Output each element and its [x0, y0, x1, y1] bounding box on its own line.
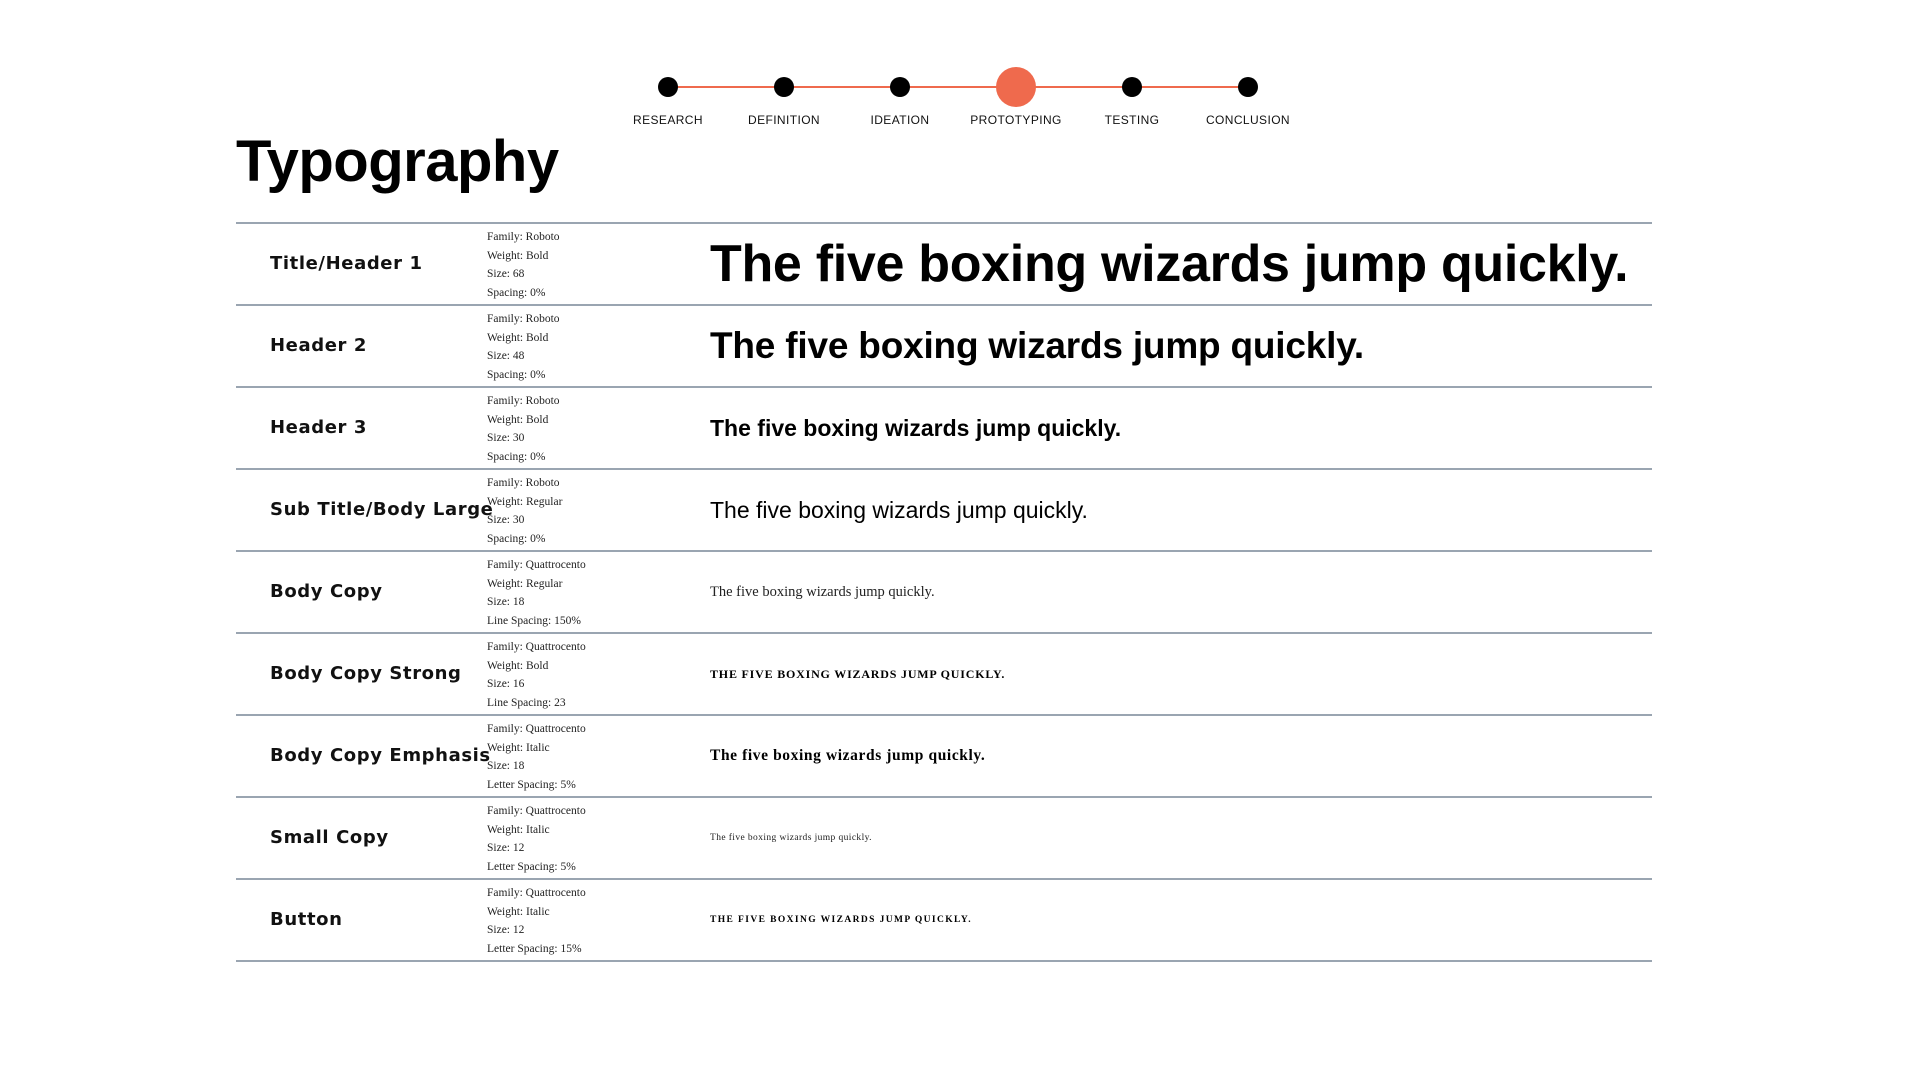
type-row-body-copy-emphasis: Body Copy Emphasis Family: Quattrocento …: [236, 716, 1652, 798]
step-dot-active: [996, 67, 1036, 107]
spec-size: Size: 18: [487, 596, 525, 608]
style-specs: Family: Roboto Weight: Bold Size: 68 Spa…: [487, 228, 687, 302]
spec-spacing: Line Spacing: 150%: [487, 614, 581, 627]
type-row-body-copy: Body Copy Family: Quattrocento Weight: R…: [236, 552, 1652, 634]
style-name: Body Copy Strong: [270, 663, 462, 684]
style-specs: Family: Roboto Weight: Bold Size: 48 Spa…: [487, 310, 687, 384]
spec-size: Size: 48: [487, 350, 525, 362]
spec-family: Family: Quattrocento: [487, 805, 586, 817]
spec-family: Family: Roboto: [487, 477, 560, 489]
spec-weight: Weight: Bold: [487, 331, 549, 344]
style-sample: The five boxing wizards jump quickly.: [710, 235, 1629, 293]
spec-size: Size: 18: [487, 760, 525, 772]
spec-weight: Weight: Bold: [487, 659, 549, 672]
spec-weight: Weight: Italic: [487, 823, 550, 836]
style-name: Header 2: [270, 335, 367, 356]
style-specs: Family: Quattrocento Weight: Italic Size…: [487, 720, 687, 794]
style-specs: Family: Roboto Weight: Regular Size: 30 …: [487, 474, 687, 548]
spec-weight: Weight: Bold: [487, 413, 549, 426]
spec-family: Family: Roboto: [487, 313, 560, 325]
style-sample: The five boxing wizards jump quickly.: [710, 496, 1088, 523]
spec-weight: Weight: Italic: [487, 741, 550, 754]
step-dot: [774, 77, 794, 97]
step-dot: [1238, 77, 1258, 97]
style-sample: The five boxing wizards jump quickly.: [710, 414, 1122, 441]
step-conclusion[interactable]: CONCLUSION: [1178, 0, 1318, 140]
spec-spacing: Spacing: 0%: [487, 368, 546, 381]
style-sample: The five boxing wizards jump quickly.: [710, 833, 872, 843]
style-name: Body Copy Emphasis: [270, 745, 491, 766]
type-row-button: Button Family: Quattrocento Weight: Ital…: [236, 880, 1652, 962]
step-label: CONCLUSION: [1205, 113, 1290, 127]
spec-family: Family: Roboto: [487, 395, 560, 407]
style-sample: The five boxing wizards jump quickly.: [710, 747, 986, 764]
spec-size: Size: 12: [487, 842, 525, 854]
spec-spacing: Letter Spacing: 15%: [487, 942, 582, 955]
style-sample: THE FIVE BOXING WIZARDS JUMP QUICKLY.: [710, 666, 1006, 681]
page-title: Typography: [236, 129, 559, 194]
type-row-body-copy-strong: Body Copy Strong Family: Quattrocento We…: [236, 634, 1652, 716]
spec-size: Size: 16: [487, 678, 525, 690]
spec-spacing: Spacing: 0%: [487, 286, 546, 299]
style-sample: The five boxing wizards jump quickly.: [710, 583, 935, 600]
style-sample: The five boxing wizards jump quickly.: [710, 325, 1364, 366]
style-name: Sub Title/Body Large: [270, 499, 494, 520]
spec-weight: Weight: Regular: [487, 577, 563, 590]
style-specs: Family: Quattrocento Weight: Italic Size…: [487, 884, 687, 958]
type-row-header-3: Header 3 Family: Roboto Weight: Bold Siz…: [236, 388, 1652, 470]
step-dot: [1122, 77, 1142, 97]
type-row-header-1: Title/Header 1 Family: Roboto Weight: Bo…: [236, 224, 1652, 306]
typography-table: Title/Header 1 Family: Roboto Weight: Bo…: [236, 222, 1652, 962]
style-specs: Family: Quattrocento Weight: Regular Siz…: [487, 556, 687, 630]
spec-family: Family: Quattrocento: [487, 559, 586, 571]
step-dot: [658, 77, 678, 97]
spec-family: Family: Quattrocento: [487, 887, 586, 899]
progress-stepper: RESEARCH DEFINITION IDEATION PROTOTYPING…: [0, 0, 1920, 140]
spec-family: Family: Roboto: [487, 231, 560, 243]
type-row-header-2: Header 2 Family: Roboto Weight: Bold Siz…: [236, 306, 1652, 388]
style-name: Header 3: [270, 417, 367, 438]
style-name: Small Copy: [270, 827, 389, 848]
spec-weight: Weight: Italic: [487, 905, 550, 918]
spec-size: Size: 12: [487, 924, 525, 936]
spec-family: Family: Quattrocento: [487, 723, 586, 735]
spec-size: Size: 68: [487, 268, 525, 280]
spec-spacing: Spacing: 0%: [487, 450, 546, 463]
spec-size: Size: 30: [487, 514, 525, 526]
spec-family: Family: Quattrocento: [487, 641, 586, 653]
spec-weight: Weight: Regular: [487, 495, 563, 508]
step-dot: [890, 77, 910, 97]
style-name: Body Copy: [270, 581, 383, 602]
spec-spacing: Spacing: 0%: [487, 532, 546, 545]
spec-spacing: Letter Spacing: 5%: [487, 778, 576, 791]
style-specs: Family: Quattrocento Weight: Italic Size…: [487, 802, 687, 876]
type-row-subtitle: Sub Title/Body Large Family: Roboto Weig…: [236, 470, 1652, 552]
spec-size: Size: 30: [487, 432, 525, 444]
type-row-small-copy: Small Copy Family: Quattrocento Weight: …: [236, 798, 1652, 880]
style-specs: Family: Quattrocento Weight: Bold Size: …: [487, 638, 687, 712]
spec-weight: Weight: Bold: [487, 249, 549, 262]
spec-spacing: Letter Spacing: 5%: [487, 860, 576, 873]
style-name: Title/Header 1: [270, 253, 423, 274]
style-name: Button: [270, 909, 343, 930]
style-specs: Family: Roboto Weight: Bold Size: 30 Spa…: [487, 392, 687, 466]
style-sample: THE FIVE BOXING WIZARDS JUMP QUICKLY.: [710, 915, 973, 925]
spec-spacing: Line Spacing: 23: [487, 696, 566, 709]
